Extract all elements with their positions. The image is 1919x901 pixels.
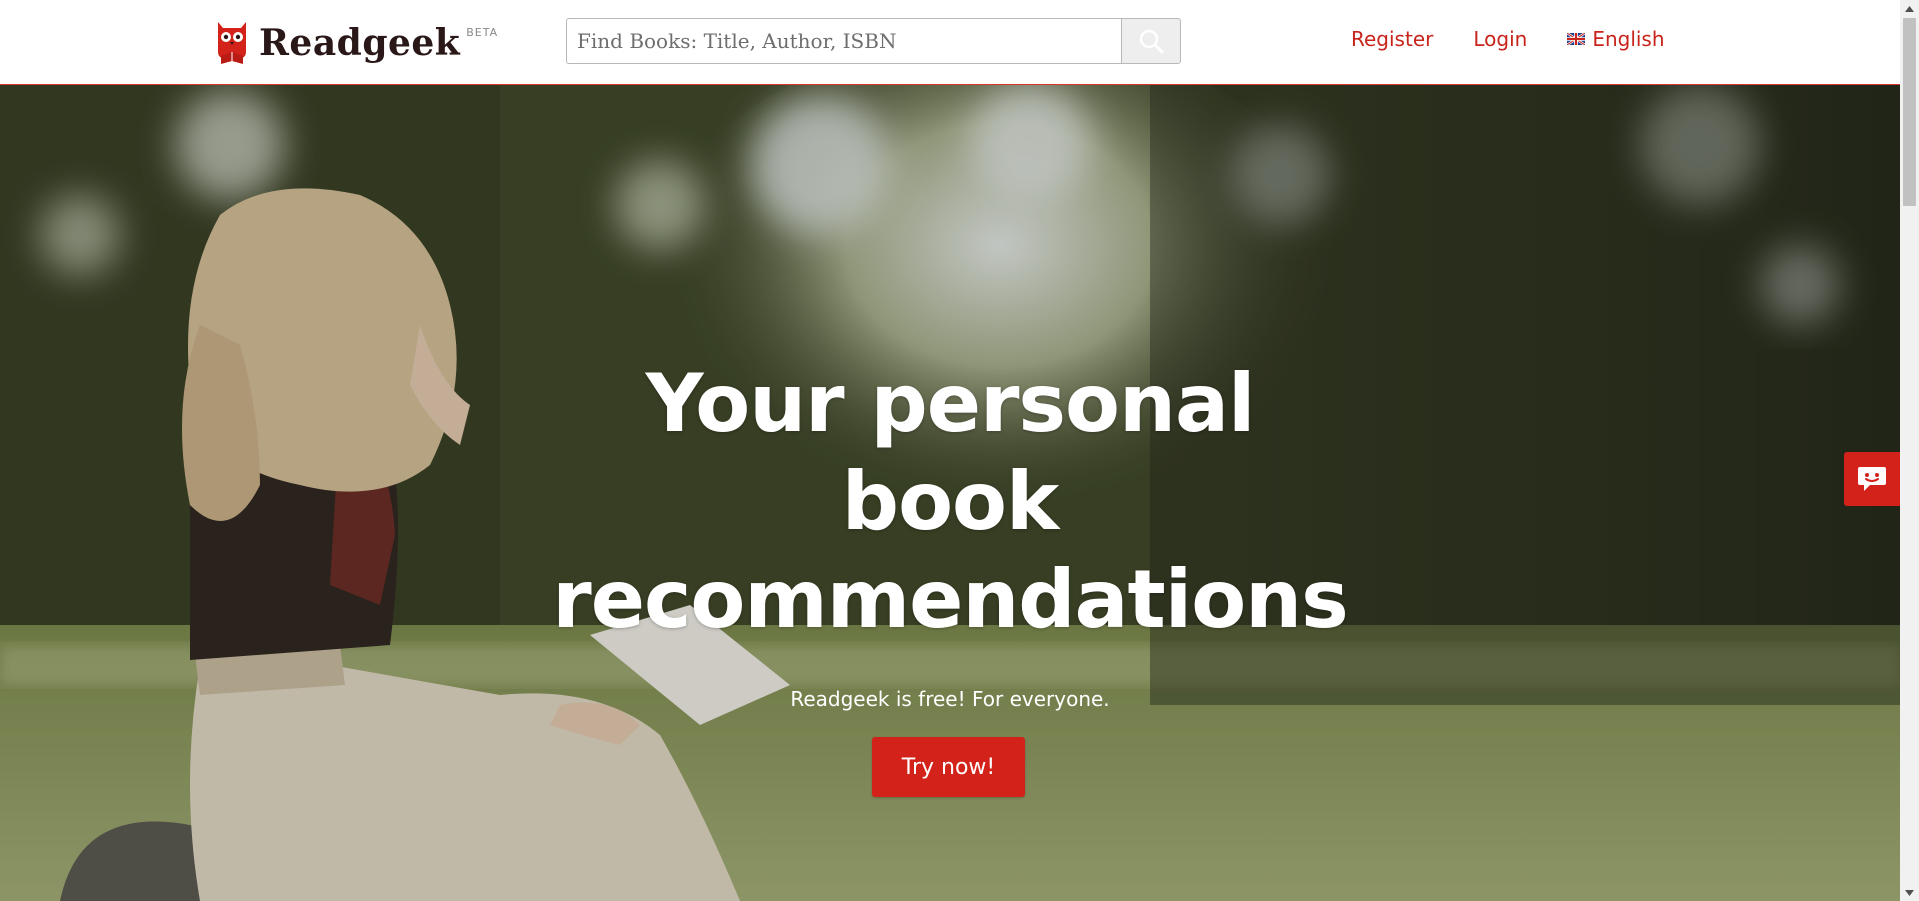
- hero-title-line-1: Your personal: [645, 357, 1256, 450]
- hero-title-line-2: book: [841, 455, 1059, 548]
- scrollbar-thumb[interactable]: [1903, 18, 1916, 206]
- try-now-button[interactable]: Try now!: [872, 737, 1025, 797]
- search-icon: [1139, 29, 1164, 54]
- hero-section: Your personal book recommendations Readg…: [0, 85, 1900, 901]
- scroll-down-arrow-icon[interactable]: [1900, 884, 1919, 901]
- uk-flag-icon: [1567, 33, 1586, 45]
- header-nav: Register Login English: [1351, 27, 1665, 51]
- hero-subtitle: Readgeek is free! For everyone.: [790, 687, 1110, 711]
- feedback-tab[interactable]: [1844, 452, 1900, 506]
- hero-title: Your personal book recommendations: [550, 355, 1350, 649]
- search-form: [566, 18, 1185, 66]
- language-selector[interactable]: English: [1567, 27, 1665, 51]
- language-label: English: [1592, 27, 1665, 51]
- hero-title-line-3: recommendations: [552, 553, 1348, 646]
- page-scrollbar[interactable]: [1900, 0, 1919, 901]
- register-link[interactable]: Register: [1351, 27, 1433, 51]
- logo-wordmark: Readgeek: [259, 22, 461, 64]
- site-header: Readgeek BETA Register Login English: [0, 0, 1900, 85]
- logo-link[interactable]: Readgeek BETA: [215, 18, 498, 70]
- search-button[interactable]: [1121, 18, 1181, 64]
- search-input[interactable]: [566, 18, 1121, 64]
- beta-badge: BETA: [466, 26, 499, 39]
- chat-bubble-icon: [1858, 467, 1886, 491]
- login-link[interactable]: Login: [1473, 27, 1527, 51]
- scroll-up-arrow-icon[interactable]: [1900, 0, 1919, 17]
- owl-logo-icon: [218, 22, 246, 64]
